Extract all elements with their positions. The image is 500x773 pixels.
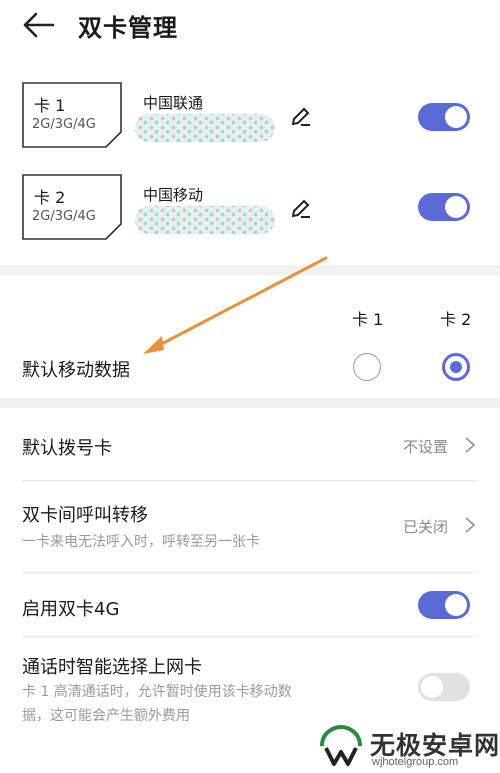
sim-row-1: 卡 1 2G/3G/4G 中国联通 [0,82,500,154]
sim-1-name: 卡 1 [34,96,66,115]
sim-2-toggle[interactable] [418,193,470,221]
edit-pencil-icon[interactable] [290,106,312,128]
redacted-number [135,206,275,234]
watermark: 无极安卓网 wjhotelgroup.com [318,722,500,773]
default-data-radio-sim-2[interactable] [442,353,470,381]
section-divider [0,398,500,408]
sim-1-carrier: 中国联通 [143,94,204,112]
sim-2-carrier: 中国移动 [143,186,204,204]
sim-1-toggle[interactable] [418,103,470,131]
watermark-logo-icon [320,724,362,766]
chevron-right-icon[interactable] [464,436,476,454]
section-divider [0,265,500,275]
app-header: 双卡管理 [0,0,500,56]
page-title: 双卡管理 [78,14,178,42]
default-data-label: 默认移动数据 [22,360,130,381]
sim-2-name: 卡 2 [34,188,66,207]
sim-2-network: 2G/3G/4G [32,209,96,224]
call-forward-desc: 一卡来电无法呼入时，呼转至另一张卡 [22,534,260,550]
edit-pencil-icon[interactable] [290,198,312,220]
call-forward-value[interactable]: 已关闭 [403,516,448,537]
redacted-number [135,114,275,142]
watermark-url: wjhotelgroup.com [372,756,459,768]
column-sim-2: 卡 2 [440,310,472,329]
row-divider [22,572,478,573]
sim-card-icon: 卡 2 2G/3G/4G [22,174,122,240]
default-dial-value[interactable]: 不设置 [403,436,448,457]
call-forward-label: 双卡间呼叫转移 [22,505,148,526]
row-divider [22,480,478,481]
smart-select-toggle[interactable] [418,673,470,701]
back-arrow-icon[interactable] [22,10,56,40]
column-sim-1: 卡 1 [352,310,384,329]
row-divider [22,636,478,637]
dual-4g-toggle[interactable] [418,591,470,619]
chevron-right-icon[interactable] [464,516,476,534]
sim-card-icon: 卡 1 2G/3G/4G [22,82,122,148]
default-dial-label: 默认拨号卡 [22,438,112,459]
smart-select-desc-2: 据，这可能会产生额外费用 [22,708,190,724]
dual-4g-label: 启用双卡4G [22,599,120,620]
sim-1-network: 2G/3G/4G [32,117,96,132]
smart-select-label: 通话时智能选择上网卡 [22,657,202,678]
sim-row-2: 卡 2 2G/3G/4G 中国移动 [0,174,500,246]
smart-select-desc-1: 卡 1 高清通话时，允许暂时使用该卡移动数 [22,684,292,700]
default-data-radio-sim-1[interactable] [353,353,381,381]
